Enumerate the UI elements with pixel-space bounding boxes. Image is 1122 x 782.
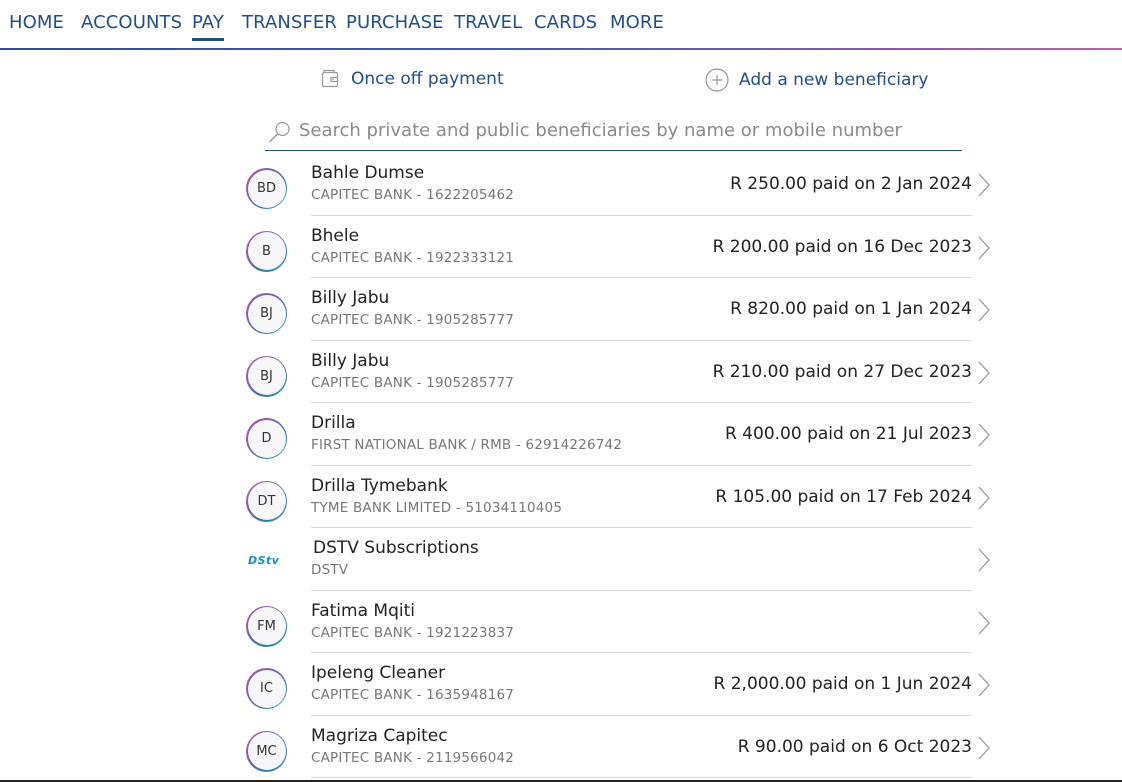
beneficiary-name: Drilla (311, 413, 356, 433)
beneficiary-bank-account: CAPITEC BANK - 1922333121 (311, 249, 515, 266)
search-icon (267, 119, 293, 149)
nav-pay[interactable]: PAY (192, 12, 224, 41)
beneficiary-bank-account: TYME BANK LIMITED - 51034110405 (311, 499, 563, 516)
nav-purchase[interactable]: PURCHASE (346, 12, 444, 33)
nav-divider (0, 48, 1122, 50)
beneficiary-row[interactable]: MC Magriza Capitec CAPITEC BANK - 211956… (246, 716, 996, 778)
beneficiary-name: Billy Jabu (311, 350, 390, 371)
beneficiary-bank-account: CAPITEC BANK - 1921223837 (311, 624, 515, 641)
chevron-right-icon (977, 422, 991, 452)
beneficiary-bank-account: CAPITEC BANK - 1635948167 (311, 687, 515, 703)
beneficiary-bank-account: FIRST NATIONAL BANK / RMB - 62914226742 (311, 437, 623, 453)
beneficiary-name: DSTV Subscriptions (313, 538, 479, 558)
last-payment-info: R 2,000.00 paid on 1 Jun 2024 (713, 674, 972, 694)
beneficiary-row[interactable]: IC Ipeleng Cleaner CAPITEC BANK - 163594… (246, 653, 996, 716)
nav-more[interactable]: MORE (610, 12, 664, 33)
chevron-right-icon (977, 297, 991, 327)
beneficiary-row[interactable]: DT Drilla Tymebank TYME BANK LIMITED - 5… (246, 466, 996, 528)
add-beneficiary-link[interactable]: Add a new beneficiary (705, 68, 928, 92)
beneficiary-name: Billy Jabu (311, 288, 390, 308)
once-off-payment-label: Once off payment (351, 68, 504, 89)
search-input[interactable] (299, 116, 949, 144)
nav-transfer[interactable]: TRANSFER (242, 12, 337, 33)
add-beneficiary-label: Add a new beneficiary (739, 70, 929, 90)
avatar-initials: DT (247, 482, 286, 520)
beneficiary-name: Bahle Dumse (311, 163, 425, 183)
nav-accounts[interactable]: ACCOUNTS (81, 12, 182, 33)
avatar: BJ (246, 355, 287, 397)
top-navigation: HOME ACCOUNTS PAY TRANSFER PURCHASE TRAV… (0, 0, 1122, 49)
wallet-icon (320, 68, 341, 89)
chevron-right-icon (977, 547, 991, 577)
chevron-right-icon (977, 235, 991, 265)
chevron-right-icon (977, 485, 991, 515)
avatar: BD (246, 168, 287, 209)
last-payment-info: R 250.00 paid on 2 Jan 2024 (730, 174, 972, 194)
beneficiary-bank-account: CAPITEC BANK - 1622205462 (311, 187, 515, 203)
avatar-initials: IC (247, 669, 286, 708)
last-payment-info: R 820.00 paid on 1 Jan 2024 (730, 299, 972, 319)
beneficiary-search (265, 114, 962, 151)
row-divider (311, 777, 972, 778)
plus-circle-icon (705, 68, 729, 92)
last-payment-info: R 400.00 paid on 21 Jul 2023 (724, 424, 972, 444)
last-payment-info: R 90.00 paid on 6 Oct 2023 (737, 736, 972, 757)
chevron-right-icon (977, 610, 991, 640)
avatar-initials: MC (247, 732, 286, 770)
avatar: DT (246, 480, 287, 522)
chevron-right-icon (977, 172, 991, 202)
avatar-initials: FM (247, 607, 286, 645)
chevron-right-icon (977, 360, 991, 390)
chevron-right-icon (977, 672, 991, 702)
beneficiary-name: Fatima Mqiti (311, 600, 415, 621)
avatar-initials: BJ (247, 294, 286, 333)
beneficiary-name: Drilla Tymebank (311, 475, 448, 496)
avatar-initials: D (247, 419, 286, 458)
avatar: IC (246, 668, 287, 709)
beneficiary-list: BD Bahle Dumse CAPITEC BANK - 1622205462… (246, 153, 996, 778)
beneficiary-bank-account: CAPITEC BANK - 1905285777 (311, 374, 515, 391)
avatar-initials: B (247, 232, 286, 270)
last-payment-info: R 105.00 paid on 17 Feb 2024 (715, 486, 972, 507)
avatar: FM (246, 605, 287, 647)
beneficiary-name: Ipeleng Cleaner (311, 663, 446, 683)
once-off-payment-link[interactable]: Once off payment (320, 68, 504, 89)
avatar: D (246, 418, 287, 459)
avatar: B (246, 230, 287, 272)
nav-travel[interactable]: TRAVEL (454, 12, 522, 33)
avatar-initials: BJ (247, 357, 286, 395)
beneficiary-bank-account: CAPITEC BANK - 2119566042 (311, 749, 515, 766)
beneficiary-row[interactable]: BJ Billy Jabu CAPITEC BANK - 1905285777 … (246, 341, 996, 403)
beneficiary-row[interactable]: BD Bahle Dumse CAPITEC BANK - 1622205462… (246, 153, 996, 216)
avatar-initials: BD (247, 169, 286, 208)
last-payment-info: R 200.00 paid on 16 Dec 2023 (712, 236, 972, 257)
beneficiary-row[interactable]: FM Fatima Mqiti CAPITEC BANK - 192122383… (246, 591, 996, 653)
beneficiary-name: Bhele (311, 225, 360, 246)
last-payment-info: R 210.00 paid on 27 Dec 2023 (712, 361, 972, 382)
beneficiary-bank-account: CAPITEC BANK - 1905285777 (311, 312, 515, 328)
dstv-logo: DStv (248, 554, 280, 567)
beneficiary-row[interactable]: DStv DSTV Subscriptions DSTV (246, 528, 996, 591)
beneficiary-row[interactable]: D Drilla FIRST NATIONAL BANK / RMB - 629… (246, 403, 996, 466)
beneficiary-bank-account: DSTV (311, 562, 349, 578)
chevron-right-icon (977, 735, 991, 765)
beneficiary-row[interactable]: B Bhele CAPITEC BANK - 1922333121 R 200.… (246, 216, 996, 278)
nav-cards[interactable]: CARDS (534, 12, 597, 33)
beneficiary-name: Magriza Capitec (311, 725, 448, 746)
beneficiary-row[interactable]: BJ Billy Jabu CAPITEC BANK - 1905285777 … (246, 278, 996, 341)
nav-home[interactable]: HOME (9, 12, 64, 33)
avatar: MC (246, 730, 287, 772)
avatar: BJ (246, 293, 287, 334)
